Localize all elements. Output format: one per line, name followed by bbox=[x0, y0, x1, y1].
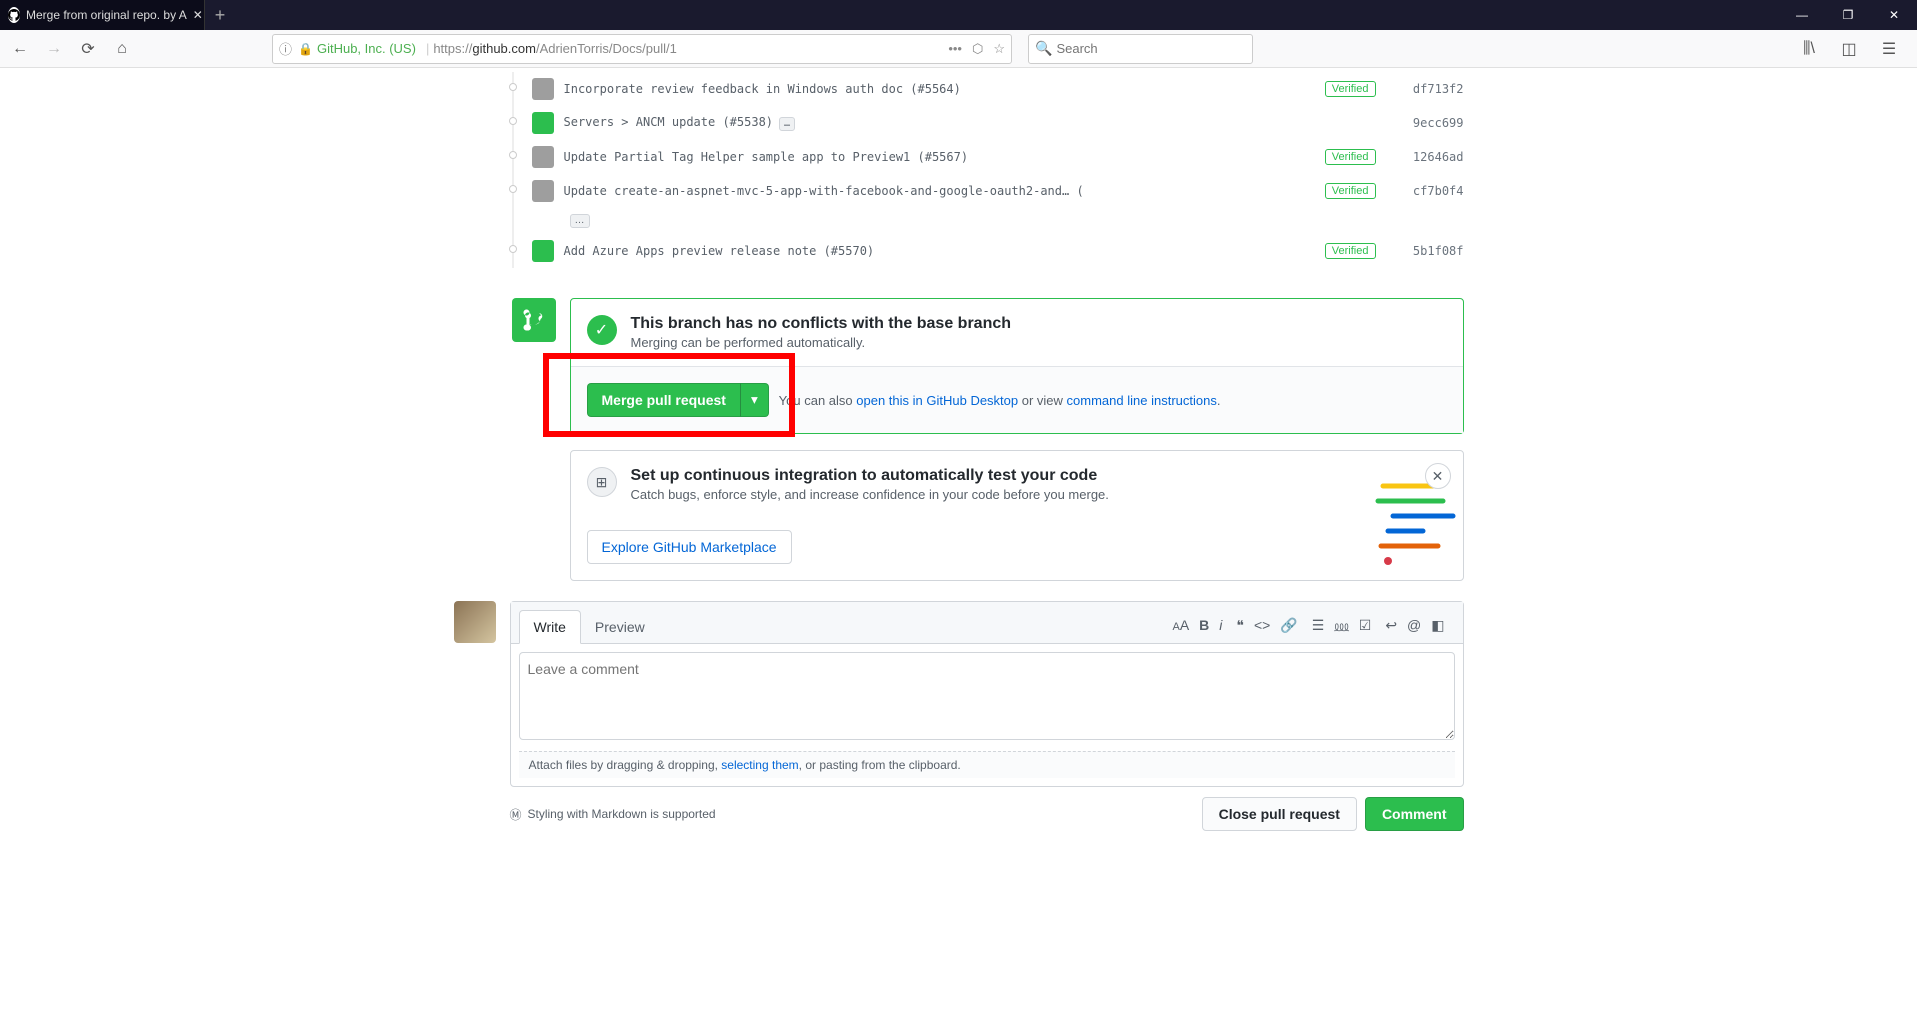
commit-avatar bbox=[532, 78, 554, 100]
task-icon[interactable]: ☑ bbox=[1359, 617, 1372, 636]
link-icon[interactable]: 🔗 bbox=[1280, 617, 1297, 636]
open-in-desktop-link[interactable]: open this in GitHub Desktop bbox=[856, 393, 1018, 408]
current-user-avatar bbox=[454, 601, 496, 643]
ci-dismiss-button[interactable]: ✕ bbox=[1425, 463, 1451, 489]
library-icon[interactable]: ⫼\ bbox=[1795, 35, 1823, 63]
comment-toolbar: AA B i ❝ <> 🔗 ☰ ⅏ bbox=[1172, 617, 1454, 636]
verified-badge: Verified bbox=[1325, 81, 1376, 97]
quote-icon[interactable]: ❝ bbox=[1236, 617, 1244, 636]
github-favicon bbox=[8, 7, 20, 23]
commit-message[interactable]: Update Partial Tag Helper sample app to … bbox=[564, 150, 1325, 164]
commit-message[interactable]: Add Azure Apps preview release note (#55… bbox=[564, 244, 1325, 258]
ci-suggestion-box: ✕ ⊞ Set up continuous integration to aut… bbox=[570, 450, 1464, 581]
commit-avatar bbox=[532, 112, 554, 134]
commit-sha[interactable]: 12646ad bbox=[1404, 150, 1464, 164]
merge-options-dropdown[interactable]: ▾ bbox=[740, 383, 769, 417]
url-path: /AdrienTorris/Docs/pull/1 bbox=[536, 41, 677, 56]
close-pr-button[interactable]: Close pull request bbox=[1202, 797, 1357, 831]
tab-title: Merge from original repo. by A bbox=[26, 8, 187, 22]
merge-alt-text: You can also open this in GitHub Desktop… bbox=[779, 393, 1221, 408]
browser-tab[interactable]: Merge from original repo. by A ✕ bbox=[0, 0, 205, 30]
ci-title: Set up continuous integration to automat… bbox=[631, 467, 1109, 485]
verified-badge: Verified bbox=[1325, 183, 1376, 199]
heading-icon[interactable]: AA bbox=[1172, 617, 1189, 636]
window-maximize-button[interactable]: ❐ bbox=[1825, 0, 1871, 30]
verified-badge: Verified bbox=[1325, 243, 1376, 259]
commit-message[interactable]: Update create-an-aspnet-mvc-5-app-with-f… bbox=[564, 184, 1325, 198]
commit-row: Update Partial Tag Helper sample app to … bbox=[530, 140, 1464, 174]
marketplace-icon: ⊞ bbox=[587, 467, 617, 497]
lock-icon: 🔒 bbox=[298, 42, 313, 56]
menu-icon[interactable]: ☰ bbox=[1875, 35, 1903, 63]
ci-decoration bbox=[1373, 471, 1463, 571]
merge-status-title: This branch has no conflicts with the ba… bbox=[631, 315, 1012, 333]
attach-hint: Attach files by dragging & dropping, sel… bbox=[519, 751, 1455, 778]
verified-badge: Verified bbox=[1325, 149, 1376, 165]
tab-write[interactable]: Write bbox=[519, 610, 581, 644]
markdown-note: Ⓜ Styling with Markdown is supported bbox=[510, 806, 716, 823]
new-tab-button[interactable]: + bbox=[205, 5, 235, 26]
command-line-link[interactable]: command line instructions bbox=[1067, 393, 1217, 408]
commit-row: Add Azure Apps preview release note (#55… bbox=[530, 234, 1464, 268]
explore-marketplace-button[interactable]: Explore GitHub Marketplace bbox=[587, 530, 792, 564]
commit-avatar bbox=[532, 240, 554, 262]
commit-sha[interactable]: df713f2 bbox=[1404, 82, 1464, 96]
window-titlebar: Merge from original repo. by A ✕ + — ❐ ✕ bbox=[0, 0, 1917, 30]
commit-row: Servers > ANCM update (#5538)…9ecc699 bbox=[530, 106, 1464, 140]
comment-button[interactable]: Comment bbox=[1365, 797, 1464, 831]
tab-preview[interactable]: Preview bbox=[581, 611, 659, 643]
commit-avatar bbox=[532, 180, 554, 202]
commit-row: Update create-an-aspnet-mvc-5-app-with-f… bbox=[530, 174, 1464, 208]
commit-message[interactable]: Servers > ANCM update (#5538)… bbox=[564, 115, 1404, 131]
page-action-icon[interactable]: ••• bbox=[948, 41, 962, 57]
commit-message[interactable]: Incorporate review feedback in Windows a… bbox=[564, 82, 1325, 96]
ol-icon[interactable]: ⅏ bbox=[1334, 617, 1348, 636]
url-host: github.com bbox=[472, 41, 536, 56]
commit-avatar bbox=[532, 146, 554, 168]
nav-reload-button[interactable]: ⟳ bbox=[74, 35, 102, 63]
italic-icon[interactable]: i bbox=[1219, 617, 1222, 636]
code-icon[interactable]: <> bbox=[1254, 617, 1270, 636]
expand-icon[interactable]: … bbox=[779, 117, 795, 131]
comment-textarea[interactable] bbox=[519, 652, 1455, 740]
markdown-icon: Ⓜ bbox=[510, 806, 522, 823]
info-icon[interactable]: ⓘ bbox=[279, 39, 292, 58]
bookmark-star-icon[interactable]: ☆ bbox=[993, 41, 1005, 57]
mention-icon[interactable]: @ bbox=[1407, 617, 1421, 636]
merge-status-subtitle: Merging can be performed automatically. bbox=[631, 335, 1012, 350]
commit-sha[interactable]: 5b1f08f bbox=[1404, 244, 1464, 258]
commit-sha[interactable]: cf7b0f4 bbox=[1404, 184, 1464, 198]
nav-back-button[interactable]: ← bbox=[6, 35, 34, 63]
select-files-link[interactable]: selecting them bbox=[721, 758, 798, 772]
window-close-button[interactable]: ✕ bbox=[1871, 0, 1917, 30]
sidebar-icon[interactable]: ◫ bbox=[1835, 35, 1863, 63]
nav-home-button[interactable]: ⌂ bbox=[108, 35, 136, 63]
url-protocol: https:// bbox=[433, 41, 472, 56]
merge-status-box: ✓ This branch has no conflicts with the … bbox=[570, 298, 1464, 434]
tab-close-icon[interactable]: ✕ bbox=[193, 8, 203, 22]
url-organization: GitHub, Inc. (US) bbox=[317, 41, 416, 56]
browser-search-bar[interactable]: 🔍 bbox=[1028, 34, 1253, 64]
comment-box: Write Preview AA B i ❝ <> 🔗 bbox=[510, 601, 1464, 787]
ul-icon[interactable]: ☰ bbox=[1312, 617, 1325, 636]
search-icon: 🔍 bbox=[1035, 40, 1052, 57]
check-icon: ✓ bbox=[587, 315, 617, 345]
browser-navbar: ← → ⟳ ⌂ ⓘ 🔒 GitHub, Inc. (US) | https://… bbox=[0, 30, 1917, 68]
reply-icon[interactable]: ↩ bbox=[1385, 617, 1397, 636]
window-minimize-button[interactable]: — bbox=[1779, 0, 1825, 30]
saved-icon[interactable]: ◧ bbox=[1431, 617, 1444, 636]
commits-list: Incorporate review feedback in Windows a… bbox=[530, 72, 1464, 268]
merge-pull-request-button[interactable]: Merge pull request bbox=[587, 383, 740, 417]
ci-subtitle: Catch bugs, enforce style, and increase … bbox=[631, 487, 1109, 502]
bold-icon[interactable]: B bbox=[1199, 617, 1209, 636]
url-bar[interactable]: ⓘ 🔒 GitHub, Inc. (US) | https://github.c… bbox=[272, 34, 1012, 64]
search-input[interactable] bbox=[1056, 41, 1246, 56]
merge-status-icon bbox=[512, 298, 556, 342]
nav-forward-button: → bbox=[40, 35, 68, 63]
pocket-icon[interactable]: ⬡ bbox=[972, 41, 983, 57]
commit-sha[interactable]: 9ecc699 bbox=[1404, 116, 1464, 130]
commit-row: Incorporate review feedback in Windows a… bbox=[530, 72, 1464, 106]
expand-icon[interactable]: … bbox=[570, 214, 590, 228]
